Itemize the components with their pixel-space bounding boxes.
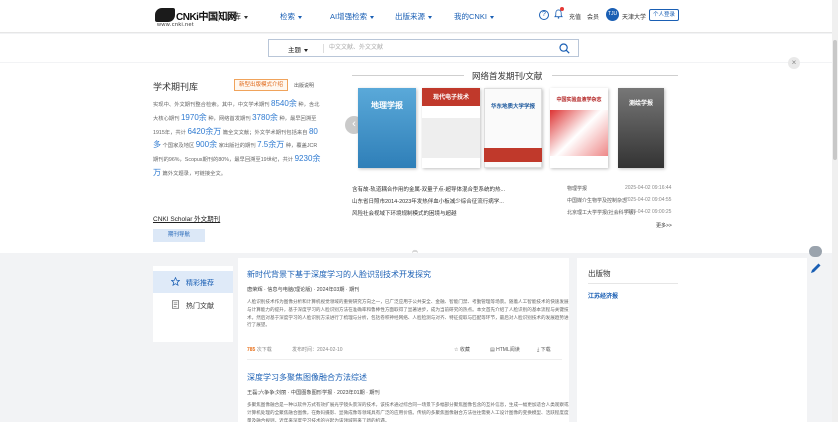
chevron-down-icon	[244, 15, 248, 19]
home-menu[interactable]: 总库	[226, 11, 248, 22]
scrollbar-thumb[interactable]	[833, 40, 837, 160]
recharge-link[interactable]: 充值	[569, 12, 581, 21]
tab-featured[interactable]: 精彩推荐	[153, 271, 233, 293]
publications-heading: 出版物	[588, 269, 611, 278]
publications-panel: 出版物 江苏经济报	[577, 258, 807, 422]
news-item-date: 2025-04-02 09:04:55	[625, 197, 672, 203]
cover-title: 中国实验血液学杂志	[556, 97, 602, 103]
article-meta: 王磊;六争争;刘丽 · 中国图象图形学报 · 2023年01期 · 期刊	[247, 390, 380, 396]
recommend-tabs: 精彩推荐 热门文献	[153, 266, 233, 342]
close-icon[interactable]: ×	[788, 57, 800, 69]
article-issue: 2024年03期	[316, 287, 345, 293]
member-link[interactable]: 会员	[587, 12, 599, 21]
download-count: 785 次下载	[247, 347, 272, 353]
article-meta: 唐荣辉 · 信息与电脑(理论版) · 2024年03期 · 期刊	[247, 287, 360, 293]
search-scope-select[interactable]: 主题	[288, 44, 308, 54]
journal-navigation-button[interactable]: 期刊导航	[153, 229, 205, 242]
article-journal[interactable]: 信息与电脑(理论版)	[267, 287, 312, 293]
network-first-title: 网络首发期刊/文献	[472, 71, 543, 81]
news-item-title[interactable]: 风险社会视域下环境规制模式的困境与超越	[352, 209, 457, 217]
journal-cover[interactable]: 地理学报	[358, 88, 416, 168]
journal-cover[interactable]: 测绘学报	[618, 88, 664, 168]
article-abstract: 人脸识别技术作为图像分析和计算机视觉领域的重要研究方向之一，已广泛应用于公共安全…	[247, 299, 569, 328]
article-type: 期刊	[349, 287, 360, 293]
chevron-down-icon	[428, 15, 432, 19]
article-title[interactable]: 深度学习多聚焦图像融合方法综述	[247, 372, 367, 383]
nav-my-cnki[interactable]: 我的CNKI	[454, 11, 494, 22]
article-divider	[247, 359, 562, 360]
section-divider-left	[352, 75, 464, 76]
nav-publication-source[interactable]: 出版来源	[395, 11, 432, 22]
article-title[interactable]: 新时代背景下基于深度学习的人脸识别技术开发探究	[247, 269, 431, 280]
publications-divider	[588, 283, 678, 284]
chevron-down-icon	[304, 48, 308, 52]
article-abstract: 多聚焦图像融合是一种以软件方式有效扩展光学镜头景深的技术，该技术通过综合同一场景…	[247, 402, 569, 422]
journal-cover[interactable]: 华东地质大学学报	[484, 88, 542, 168]
cnki-logo-url: www.cnki.net	[157, 22, 194, 28]
article-author[interactable]: 唐荣辉	[247, 287, 263, 293]
top-navigation-bar: CNKi中国知网 www.cnki.net 总库 检索 AI增强检索 出版来源 …	[0, 0, 838, 33]
download-button[interactable]: ⤓ 下载	[537, 346, 551, 353]
cover-art	[422, 118, 480, 158]
tab-label: 精彩推荐	[186, 280, 214, 287]
new-publishing-model-button[interactable]: 新型出版模式介绍	[234, 79, 288, 91]
cover-title: 现代电子技术	[432, 94, 469, 101]
journal-cover[interactable]: 现代电子技术	[422, 88, 480, 168]
logo-divider	[218, 12, 219, 22]
search-row: 主题	[0, 34, 838, 62]
cnki-logo[interactable]: CNKi中国知网 www.cnki.net	[155, 6, 237, 28]
collapse-up-icon[interactable]: ︽	[412, 245, 418, 254]
news-item-source[interactable]: 中国媒介生物学及控制杂志	[567, 197, 627, 204]
chevron-down-icon	[298, 15, 302, 19]
news-item-date: 2025-04-02 09:00:25	[625, 209, 672, 215]
news-item-source[interactable]: 物理学报	[567, 185, 587, 192]
search-icon[interactable]	[559, 43, 570, 54]
article-author[interactable]: 王磊;六争争;刘丽	[247, 390, 286, 396]
chevron-down-icon	[489, 15, 494, 19]
article-journal[interactable]: 中国图象图形学报	[291, 390, 333, 396]
search-input[interactable]	[329, 41, 549, 55]
article-footer: 785 次下载 发布时间：2024-02-10 ☆ 收藏 ▤ HTML阅读 ⤓ …	[247, 345, 569, 355]
institution-avatar[interactable]: TJU	[606, 8, 619, 21]
nav-search[interactable]: 检索	[280, 11, 302, 22]
document-icon	[171, 300, 180, 309]
tab-label: 热门文献	[186, 303, 214, 310]
chat-bubble-icon[interactable]	[809, 246, 822, 257]
pen-icon[interactable]	[809, 262, 822, 275]
more-link[interactable]: 更多>>	[656, 222, 672, 229]
journal-library-card	[0, 63, 838, 253]
publishing-note-link[interactable]: 出版说明	[294, 82, 314, 89]
article-feed: 新时代背景下基于深度学习的人脸识别技术开发探究 唐荣辉 · 信息与电脑(理论版)…	[238, 258, 569, 422]
star-icon	[171, 277, 180, 286]
cover-art	[550, 110, 608, 156]
favorite-button[interactable]: ☆ 收藏	[454, 346, 470, 353]
tab-hot-literature[interactable]: 热门文献	[153, 294, 233, 316]
section-divider-right	[552, 75, 678, 76]
library-title: 学术期刊库	[153, 82, 199, 92]
html-read-button[interactable]: ▤ HTML阅读	[490, 346, 520, 353]
cnki-scholar-link[interactable]: CNKI Scholar 外文期刊	[153, 213, 220, 223]
cover-art	[484, 148, 542, 162]
institution-name[interactable]: 天津大学	[622, 12, 646, 21]
journal-cover[interactable]: 中国实验血液学杂志	[550, 88, 608, 168]
news-item-title[interactable]: 含有故-轨道耦合作用的金属-双量子点-超导体混合型系统的热...	[352, 185, 505, 193]
cover-title: 华东地质大学学报	[490, 104, 535, 110]
nav-ai-search[interactable]: AI增强检索	[330, 11, 375, 22]
news-item-title[interactable]: 山东省日照市2014-2023年发热伴血小板减少综合征流行病学...	[352, 197, 504, 205]
publication-item[interactable]: 江苏经济报	[588, 291, 618, 300]
notification-badge	[560, 7, 564, 11]
publish-time: 发布时间：2024-02-10	[292, 347, 343, 353]
cover-title: 测绘学报	[628, 100, 653, 107]
library-description: 实现中、外文期刊整合检索。其中，中文学术期刊 8540余 种，含北大核心期刊 1…	[153, 99, 321, 177]
search-box: 主题	[268, 39, 579, 57]
article-type: 期刊	[369, 390, 380, 396]
news-item-date: 2025-04-02 09:16:44	[625, 185, 672, 191]
chevron-down-icon	[370, 15, 375, 19]
article-issue: 2023年01期	[336, 390, 365, 396]
scope-divider	[323, 44, 324, 53]
cnki-logo-mark	[155, 8, 175, 22]
help-icon[interactable]: ?	[539, 10, 549, 20]
cover-title: 地理学报	[371, 100, 403, 110]
personal-login-button[interactable]: 个人登录	[649, 9, 679, 21]
